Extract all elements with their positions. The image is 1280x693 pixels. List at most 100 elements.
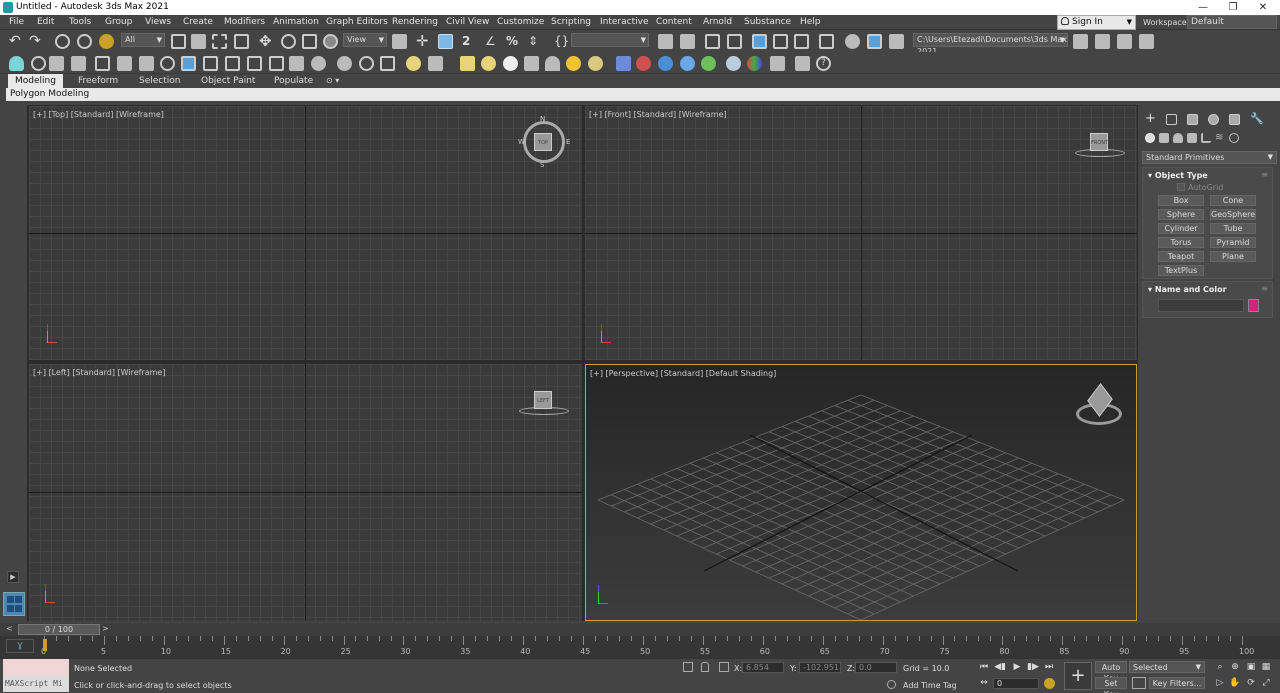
reference-coordinate-dropdown[interactable]: View ▼ xyxy=(343,33,387,47)
menu-scripting[interactable]: Scripting xyxy=(551,17,591,27)
select-manipulate-icon[interactable]: ✛ xyxy=(416,34,431,49)
arnold-photometric-icon[interactable] xyxy=(524,56,539,71)
project-folder-dropdown[interactable]: C:\Users\Etezadi\Documents\3ds Max 2021▼ xyxy=(913,33,1068,56)
rotate-icon[interactable] xyxy=(281,34,296,49)
arnold-sphere-light-icon[interactable] xyxy=(503,56,518,71)
substance-browser-icon[interactable] xyxy=(770,56,785,71)
scene-states-icon[interactable] xyxy=(49,56,64,71)
project-settings-icon[interactable] xyxy=(1139,34,1154,49)
viewport-front[interactable]: [+] [Front] [Standard] [Wireframe] FRONT xyxy=(585,106,1137,360)
add-time-tag-button[interactable]: Add Time Tag xyxy=(903,681,957,690)
menu-rendering[interactable]: Rendering xyxy=(392,17,438,27)
app-icon[interactable] xyxy=(3,2,13,13)
arnold-operator-icon[interactable] xyxy=(658,56,673,71)
modify-tab-icon[interactable] xyxy=(1166,114,1177,125)
render-viewport-icon[interactable] xyxy=(181,56,196,71)
undo-icon[interactable]: ↶ xyxy=(9,34,24,49)
go-to-end-icon[interactable]: ⏭ xyxy=(1043,661,1055,673)
cameras-icon[interactable] xyxy=(1187,133,1197,143)
autogrid-checkbox[interactable] xyxy=(1177,183,1185,191)
menu-interactive[interactable]: Interactive xyxy=(600,17,648,27)
unlink-icon[interactable] xyxy=(77,34,92,49)
textplus-button[interactable]: TextPlus xyxy=(1158,265,1204,276)
cage-icon[interactable] xyxy=(247,56,262,71)
systems-icon[interactable] xyxy=(1229,133,1239,143)
minimize-button[interactable]: — xyxy=(1188,0,1218,15)
bind-space-warp-icon[interactable] xyxy=(99,34,114,49)
schematic-view-icon[interactable] xyxy=(794,34,809,49)
prev-frame-icon[interactable]: ◀▮ xyxy=(994,661,1006,673)
workspace-select[interactable]: Default xyxy=(1187,15,1277,29)
orbit-icon[interactable]: ⟳ xyxy=(1245,677,1257,689)
prev-frame-button[interactable]: < xyxy=(6,624,13,633)
menu-content[interactable]: Content xyxy=(656,17,692,27)
table-icon[interactable] xyxy=(95,56,110,71)
rollout-handle-icon[interactable]: ≡ xyxy=(1261,170,1268,179)
spinner-snap-icon[interactable]: ⇕ xyxy=(528,34,543,49)
expand-icon[interactable]: ▶ xyxy=(7,571,19,583)
object-name-input[interactable] xyxy=(1158,299,1244,312)
teapot-button[interactable]: Teapot xyxy=(1158,251,1204,262)
arnold-sun-icon[interactable] xyxy=(566,56,581,71)
key-icon[interactable] xyxy=(1132,677,1146,689)
arnold-procedural-icon[interactable] xyxy=(636,56,651,71)
viewport-label[interactable]: [+] [Perspective] [Standard] [Default Sh… xyxy=(590,369,776,378)
cylinder-button[interactable]: Cylinder xyxy=(1158,223,1204,234)
viewport-layout-icon[interactable] xyxy=(225,56,240,71)
viewcube-icon[interactable]: TOP xyxy=(534,133,552,151)
close-button[interactable]: ✕ xyxy=(1248,0,1278,15)
motion-tab-icon[interactable] xyxy=(1208,114,1219,125)
arnold-volume-icon[interactable] xyxy=(616,56,631,71)
placement-icon[interactable] xyxy=(323,34,338,49)
shapes-icon[interactable] xyxy=(1159,133,1169,143)
auto-key-button[interactable]: Auto Key xyxy=(1095,661,1127,683)
time-tag-icon[interactable] xyxy=(887,680,896,689)
container-icon[interactable] xyxy=(71,56,86,71)
pyramid-button[interactable]: Pyramid xyxy=(1210,237,1256,248)
time-config-icon[interactable] xyxy=(1044,678,1055,689)
torus-button[interactable]: Torus xyxy=(1158,237,1204,248)
project-save-icon[interactable] xyxy=(1095,34,1110,49)
pan-icon[interactable]: ✋ xyxy=(1229,677,1241,689)
absolute-mode-icon[interactable] xyxy=(719,662,729,672)
viewport-label[interactable]: [+] [Top] [Standard] [Wireframe] xyxy=(33,110,164,119)
image-viewer-icon[interactable] xyxy=(380,56,395,71)
move-icon[interactable]: ✥ xyxy=(259,34,274,49)
space-warps-icon[interactable]: ≋ xyxy=(1215,133,1225,143)
menu-arnold[interactable]: Arnold xyxy=(703,17,732,27)
geosphere-button[interactable]: GeoSphere xyxy=(1210,209,1256,220)
key-mode-icon[interactable]: ⇔ xyxy=(978,677,990,689)
menu-file[interactable]: File xyxy=(9,17,24,27)
edit-named-selection-icon[interactable]: {} xyxy=(554,34,569,49)
curve-editor-icon[interactable] xyxy=(773,34,788,49)
menu-views[interactable]: Views xyxy=(145,17,171,27)
utilities-tab-icon[interactable]: 🔧 xyxy=(1250,113,1264,125)
go-to-start-icon[interactable]: ⏮ xyxy=(978,661,990,673)
project-open-icon[interactable] xyxy=(1073,34,1088,49)
help-icon[interactable]: ? xyxy=(816,56,831,71)
display-tab-icon[interactable] xyxy=(1229,114,1240,125)
light-bulb-icon[interactable] xyxy=(9,56,24,71)
ribbon-options-button[interactable]: ⊙ ▾ xyxy=(322,74,343,88)
geometry-icon[interactable] xyxy=(1145,133,1155,143)
rendered-frame-window-icon[interactable] xyxy=(867,34,882,49)
substance-color-icon[interactable] xyxy=(747,56,762,71)
named-selection-dropdown[interactable]: ▼ xyxy=(571,33,649,47)
menu-substance[interactable]: Substance xyxy=(744,17,791,27)
zoom-icon[interactable]: ⌕ xyxy=(1214,661,1226,673)
civil-view-icon[interactable] xyxy=(795,56,810,71)
viewport-layout-icon[interactable] xyxy=(3,592,25,616)
cloud-render-icon[interactable] xyxy=(359,56,374,71)
maxscript-listener[interactable]: MAXScript Mi xyxy=(3,659,69,692)
menu-group[interactable]: Group xyxy=(105,17,132,27)
mirror-icon[interactable] xyxy=(658,34,673,49)
safe-frame-icon[interactable] xyxy=(203,56,218,71)
menu-create[interactable]: Create xyxy=(183,17,213,27)
menu-modifiers[interactable]: Modifiers xyxy=(224,17,265,27)
viewcube-icon[interactable]: FRONT xyxy=(1090,133,1108,151)
rollout-handle-icon[interactable]: ≡ xyxy=(1261,284,1268,293)
name-and-color-header[interactable]: ▾ Name and Color xyxy=(1148,285,1227,294)
menu-customize[interactable]: Customize xyxy=(497,17,544,27)
scene-explorer-icon[interactable] xyxy=(705,34,720,49)
menu-graph-editors[interactable]: Graph Editors xyxy=(326,17,388,27)
